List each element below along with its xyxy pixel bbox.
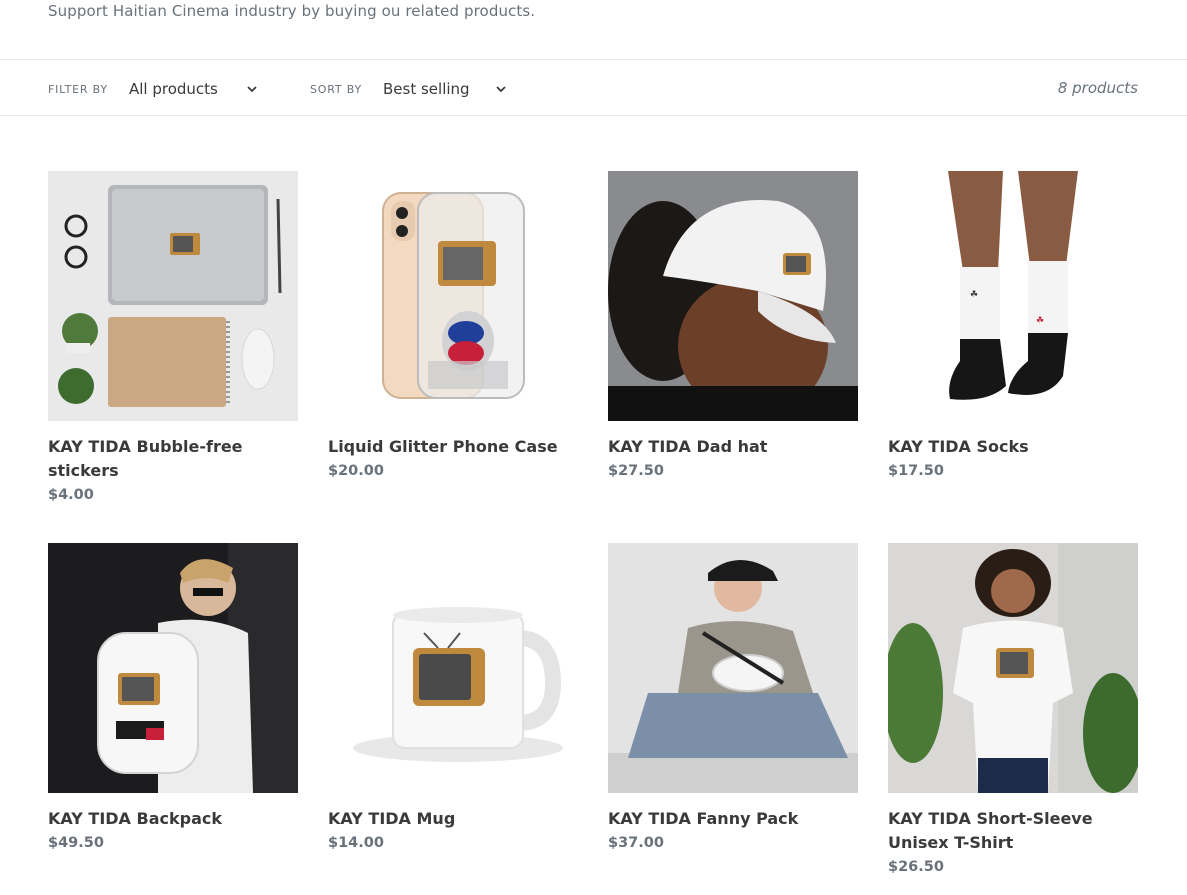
product-price: $37.00	[608, 835, 664, 851]
product-count: 8 products	[1057, 79, 1138, 97]
product-title[interactable]: KAY TIDA Mug	[328, 807, 578, 831]
filter-select[interactable]: All products	[129, 78, 259, 100]
product-title[interactable]: KAY TIDA Socks	[888, 435, 1138, 459]
product-image[interactable]	[48, 171, 298, 421]
product-card[interactable]: KAY TIDA Dad hat $27.50	[608, 171, 858, 483]
product-price: $4.00	[48, 487, 94, 503]
product-price: $27.50	[608, 463, 664, 479]
dad-hat-image	[608, 171, 858, 421]
collection-description: Support Haitian Cinema industry by buyin…	[48, 2, 536, 20]
product-card[interactable]: KAY TIDA Fanny Pack $37.00	[608, 543, 858, 855]
product-price: $17.50	[888, 463, 944, 479]
mug-image	[328, 543, 578, 793]
product-title[interactable]: KAY TIDA Backpack	[48, 807, 298, 831]
product-title[interactable]: KAY TIDA Short-Sleeve Unisex T-Shirt	[888, 807, 1138, 855]
product-image[interactable]	[328, 543, 578, 793]
product-image[interactable]	[48, 543, 298, 793]
product-image[interactable]: ☘ ☘	[888, 171, 1138, 421]
sort-value: Best selling	[383, 80, 470, 98]
product-card[interactable]: ☘ ☘ KAY TIDA Socks $17.50	[888, 171, 1138, 483]
phone-case-image	[328, 171, 578, 421]
collection-toolbar: FILTER BY All products SORT BY Best sell…	[0, 59, 1187, 116]
product-price: $26.50	[888, 859, 944, 875]
socks-image: ☘ ☘	[888, 171, 1138, 421]
product-title[interactable]: KAY TIDA Dad hat	[608, 435, 858, 459]
fanny-pack-image	[608, 543, 858, 793]
t-shirt-image	[888, 543, 1138, 793]
product-card[interactable]: KAY TIDA Mug $14.00	[328, 543, 578, 855]
backpack-image	[48, 543, 298, 793]
product-title[interactable]: KAY TIDA Bubble-free stickers	[48, 435, 298, 483]
sort-label: SORT BY	[310, 83, 362, 96]
svg-text:☘: ☘	[970, 290, 978, 300]
filter-label: FILTER BY	[48, 83, 108, 96]
product-image[interactable]	[608, 543, 858, 793]
product-price: $14.00	[328, 835, 384, 851]
product-title[interactable]: KAY TIDA Fanny Pack	[608, 807, 858, 831]
chevron-down-icon	[496, 86, 506, 93]
product-price: $20.00	[328, 463, 384, 479]
stickers-flatlay-image	[48, 171, 298, 421]
product-card[interactable]: KAY TIDA Backpack $49.50	[48, 543, 298, 855]
product-image[interactable]	[328, 171, 578, 421]
product-card[interactable]: Liquid Glitter Phone Case $20.00	[328, 171, 578, 483]
product-image[interactable]	[608, 171, 858, 421]
product-title[interactable]: Liquid Glitter Phone Case	[328, 435, 578, 459]
product-image[interactable]	[888, 543, 1138, 793]
product-card[interactable]: KAY TIDA Short-Sleeve Unisex T-Shirt $26…	[888, 543, 1138, 879]
chevron-down-icon	[247, 86, 257, 93]
sort-select[interactable]: Best selling	[383, 78, 508, 100]
svg-text:☘: ☘	[1036, 316, 1044, 326]
product-price: $49.50	[48, 835, 104, 851]
product-card[interactable]: KAY TIDA Bubble-free stickers $4.00	[48, 171, 298, 507]
filter-value: All products	[129, 80, 218, 98]
